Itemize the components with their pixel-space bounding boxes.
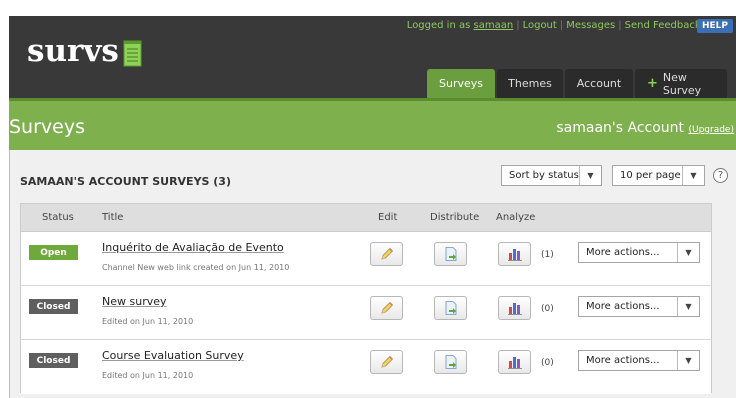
- survey-title-link[interactable]: Inquérito de Avaliação de Evento: [102, 241, 284, 254]
- bar-chart-icon: [507, 249, 522, 261]
- distribute-button[interactable]: [434, 350, 467, 374]
- page-title: Surveys: [9, 116, 85, 138]
- analyze-button[interactable]: [498, 350, 531, 374]
- analyze-button[interactable]: [498, 242, 531, 266]
- column-edit: Edit: [378, 212, 398, 223]
- tab-label: New Survey: [662, 70, 702, 97]
- response-count: (1): [541, 250, 554, 260]
- survey-subtitle: Edited on Jun 11, 2010: [102, 371, 194, 380]
- bar-chart-icon: [507, 357, 522, 369]
- help-button[interactable]: HELP: [696, 19, 733, 33]
- tab-themes[interactable]: Themes: [497, 69, 563, 98]
- page-arrow-icon: [445, 301, 456, 315]
- response-count: (0): [541, 358, 554, 368]
- separator: |: [559, 20, 564, 31]
- tab-new-survey[interactable]: + New Survey: [635, 69, 727, 98]
- column-status: Status: [42, 212, 74, 223]
- per-page-select[interactable]: 10 per page ▼: [612, 165, 705, 186]
- per-page-select-value: 10 per page: [620, 170, 681, 181]
- bar-chart-icon: [507, 303, 522, 315]
- plus-icon: +: [647, 76, 658, 91]
- edit-button[interactable]: [370, 242, 403, 266]
- account-label: samaan's Account: [556, 120, 685, 136]
- chevron-down-icon: ▼: [682, 166, 704, 185]
- page-arrow-icon: [445, 355, 456, 369]
- page-arrow-icon: [445, 247, 456, 261]
- table-row: Closed Course Evaluation Survey Edited o…: [21, 341, 711, 394]
- user-links: Logged in as samaan | Logout | Messages …: [407, 20, 710, 31]
- separator: |: [618, 20, 622, 31]
- tab-label: Account: [576, 77, 622, 90]
- surveys-table: Status Title Edit Distribute Analyze Ope…: [20, 203, 712, 394]
- tab-label: Themes: [508, 77, 552, 90]
- logged-in-label: Logged in as: [406, 20, 471, 31]
- app-header: survs Logged in as samaan | Logout | Mes…: [9, 16, 736, 98]
- logo-text: survs: [27, 33, 119, 69]
- edit-button[interactable]: [370, 296, 403, 320]
- status-badge: Open: [29, 245, 78, 260]
- upgrade-link[interactable]: (Upgrade): [688, 125, 734, 135]
- chevron-down-icon: ▼: [579, 166, 601, 185]
- chevron-down-icon: ▼: [677, 297, 699, 316]
- column-distribute: Distribute: [430, 212, 480, 223]
- survey-subtitle: Channel New web link created on Jun 11, …: [102, 263, 290, 272]
- edit-button[interactable]: [370, 350, 403, 374]
- pencil-icon: [380, 355, 393, 368]
- logo[interactable]: survs: [27, 36, 142, 67]
- survey-title-link[interactable]: Course Evaluation Survey: [102, 349, 244, 362]
- chevron-down-icon: ▼: [677, 351, 699, 370]
- chevron-down-icon: ▼: [677, 243, 699, 262]
- question-circle-icon[interactable]: ?: [713, 168, 728, 183]
- sort-select[interactable]: Sort by status ▼: [501, 165, 602, 186]
- sort-select-value: Sort by status: [509, 170, 579, 181]
- notepad-icon: [123, 40, 142, 66]
- page-title-bar: Surveys samaan's Account (Upgrade): [9, 98, 736, 150]
- response-count: (0): [541, 304, 554, 314]
- analyze-button[interactable]: [498, 296, 531, 320]
- messages-link[interactable]: Messages: [566, 20, 615, 31]
- status-badge: Closed: [29, 299, 78, 314]
- more-actions-value: More actions...: [586, 301, 660, 312]
- send-feedback-link[interactable]: Send Feedback: [625, 20, 701, 31]
- pencil-icon: [380, 301, 393, 314]
- more-actions-select[interactable]: More actions... ▼: [578, 242, 700, 263]
- survey-subtitle: Edited on Jun 11, 2010: [102, 317, 194, 326]
- more-actions-select[interactable]: More actions... ▼: [578, 296, 700, 317]
- more-actions-select[interactable]: More actions... ▼: [578, 350, 700, 371]
- account-info: samaan's Account (Upgrade): [556, 120, 734, 136]
- distribute-button[interactable]: [434, 296, 467, 320]
- username-link[interactable]: samaan: [474, 20, 514, 31]
- tab-label: Surveys: [439, 77, 483, 90]
- table-header: Status Title Edit Distribute Analyze: [21, 204, 711, 232]
- distribute-button[interactable]: [434, 242, 467, 266]
- section-title: SAMAAN'S ACCOUNT SURVEYS (3): [20, 175, 231, 188]
- tab-surveys[interactable]: Surveys: [427, 69, 495, 98]
- more-actions-value: More actions...: [586, 355, 660, 366]
- separator: |: [516, 20, 520, 31]
- column-analyze: Analyze: [496, 212, 536, 223]
- pencil-icon: [380, 247, 393, 260]
- table-row: Open Inquérito de Avaliação de Evento Ch…: [21, 233, 711, 286]
- tab-account[interactable]: Account: [565, 69, 633, 98]
- logout-link[interactable]: Logout: [523, 20, 557, 31]
- survey-title-link[interactable]: New survey: [102, 295, 167, 308]
- more-actions-value: More actions...: [586, 247, 660, 258]
- main-nav: Surveys Themes Account + New Survey: [427, 69, 727, 98]
- column-title: Title: [102, 212, 124, 223]
- content-area: SAMAAN'S ACCOUNT SURVEYS (3) Sort by sta…: [9, 150, 736, 398]
- table-row: Closed New survey Edited on Jun 11, 2010…: [21, 287, 711, 340]
- status-badge: Closed: [29, 353, 78, 368]
